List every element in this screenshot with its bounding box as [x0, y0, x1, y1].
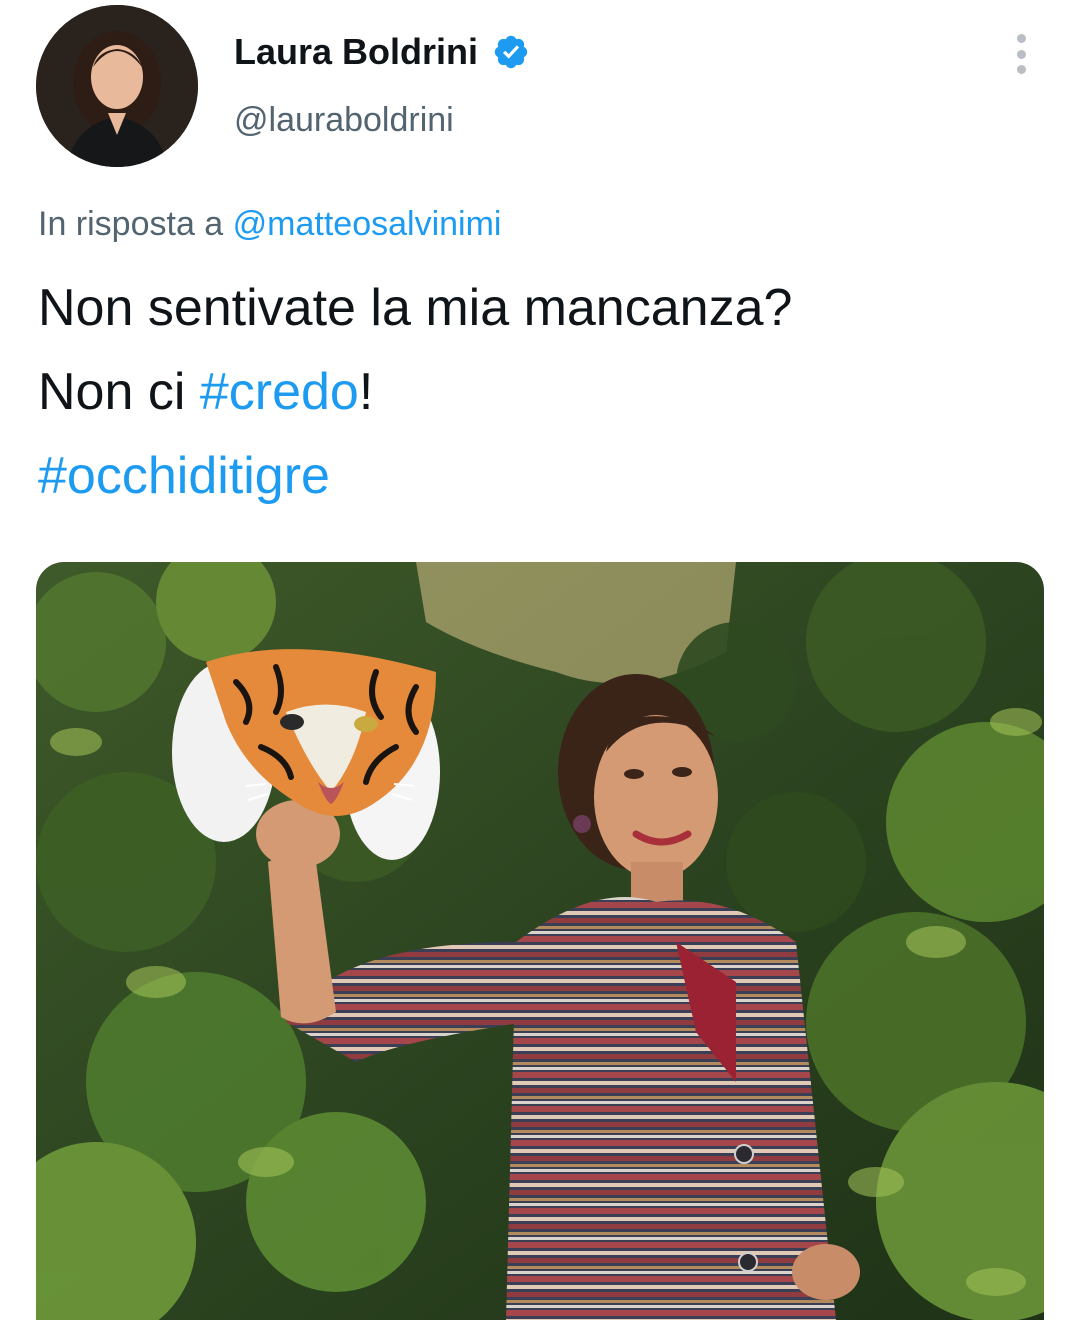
tweet-photo[interactable]	[36, 562, 1044, 1320]
reply-mention-link[interactable]: @matteosalvinimi	[233, 205, 502, 243]
avatar[interactable]	[36, 5, 198, 167]
tweet: Laura Boldrini @lauraboldrini In rispost…	[0, 0, 1080, 1320]
tweet-line-2: Non ci #credo!	[38, 350, 1048, 434]
hashtag-credo-link[interactable]: #credo	[200, 363, 359, 421]
more-vertical-icon[interactable]	[1008, 34, 1034, 74]
dot	[1016, 34, 1026, 43]
tweet-line-2-prefix: Non ci	[38, 363, 200, 421]
author-handle[interactable]: @lauraboldrini	[234, 96, 454, 144]
tweet-line-2-suffix: !	[358, 363, 374, 421]
hashtag-occhiditigre-link[interactable]: #occhiditigre	[38, 447, 330, 505]
dot	[1016, 49, 1026, 59]
reply-prefix: In risposta a	[38, 205, 224, 243]
verified-badge-icon	[492, 33, 530, 71]
tweet-line-1: Non sentivate la mia mancanza?	[38, 279, 793, 337]
author-display-name[interactable]: Laura Boldrini	[234, 28, 478, 76]
author-row: Laura Boldrini	[234, 28, 530, 76]
dot	[1016, 65, 1026, 74]
tweet-text: Non sentivate la mia mancanza? Non ci #c…	[38, 266, 1048, 518]
reply-context: In risposta a @matteosalvinimi	[38, 200, 501, 248]
